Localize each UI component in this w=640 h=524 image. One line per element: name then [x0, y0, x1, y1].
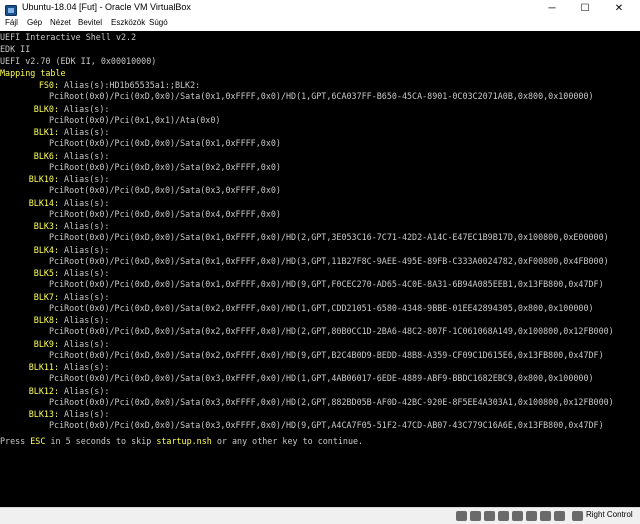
alias-text: Alias(s): — [59, 362, 110, 372]
device-path: PciRoot(0x0)/Pci(0xD,0x0)/Sata(0x3,0xFFF… — [49, 420, 604, 430]
mapping-alias-line: BLK3: Alias(s): — [0, 221, 110, 232]
device-path: PciRoot(0x0)/Pci(0xD,0x0)/Sata(0x2,0xFFF… — [49, 303, 594, 313]
shell-version-line: UEFI Interactive Shell v2.2 — [0, 32, 137, 42]
device-label: BLK9: — [33, 339, 59, 349]
alias-text: Alias(s):HD1b65535a1:;BLK2: — [59, 80, 201, 90]
device-path: PciRoot(0x0)/Pci(0xD,0x0)/Sata(0x1,0xFFF… — [49, 232, 609, 242]
device-path: PciRoot(0x0)/Pci(0xD,0x0)/Sata(0x3,0xFFF… — [49, 397, 614, 407]
alias-text: Alias(s): — [59, 339, 110, 349]
device-path: PciRoot(0x0)/Pci(0xD,0x0)/Sata(0x1,0xFFF… — [49, 279, 604, 289]
device-label: BLK11: — [28, 362, 59, 372]
keyboard-capture-icon[interactable] — [572, 511, 583, 521]
menu-help[interactable]: Súgó — [149, 18, 168, 27]
device-label: BLK13: — [28, 409, 59, 419]
display-icon[interactable] — [540, 511, 551, 521]
vm-console[interactable]: UEFI Interactive Shell v2.2 EDK II UEFI … — [0, 31, 640, 507]
device-path: PciRoot(0x0)/Pci(0xD,0x0)/Sata(0x2,0xFFF… — [49, 326, 614, 336]
device-label: BLK5: — [33, 268, 59, 278]
device-path: PciRoot(0x0)/Pci(0x1,0x1)/Ata(0x0) — [49, 115, 221, 125]
mapping-alias-line: BLK6: Alias(s): — [0, 151, 110, 162]
mapping-table-title: Mapping table — [0, 68, 66, 78]
device-path: PciRoot(0x0)/Pci(0xD,0x0)/Sata(0x1,0xFFF… — [49, 138, 281, 148]
alias-text: Alias(s): — [59, 127, 110, 137]
device-label: BLK8: — [33, 315, 59, 325]
alias-text: Alias(s): — [59, 386, 110, 396]
shared-folders-icon[interactable] — [526, 511, 537, 521]
status-bar: Right Control — [0, 507, 640, 524]
optical-drive-icon[interactable] — [470, 511, 481, 521]
uefi-version-line: UEFI v2.70 (EDK II, 0x00010000) — [0, 56, 157, 66]
alias-text: Alias(s): — [59, 245, 110, 255]
device-label: BLK10: — [28, 174, 59, 184]
mapping-alias-line: BLK12: Alias(s): — [0, 386, 110, 397]
close-button[interactable]: ✕ — [602, 0, 636, 17]
alias-text: Alias(s): — [59, 151, 110, 161]
edk-line: EDK II — [0, 44, 31, 54]
mapping-alias-line: BLK7: Alias(s): — [0, 292, 110, 303]
recording-icon[interactable] — [554, 511, 565, 521]
device-label: BLK12: — [28, 386, 59, 396]
audio-icon[interactable] — [484, 511, 495, 521]
menu-devices[interactable]: Eszközök — [111, 18, 145, 27]
network-icon[interactable] — [498, 511, 509, 521]
device-label: BLK1: — [33, 127, 59, 137]
mapping-alias-line: BLK5: Alias(s): — [0, 268, 110, 279]
mapping-alias-line: BLK14: Alias(s): — [0, 198, 110, 209]
mapping-alias-line: BLK11: Alias(s): — [0, 362, 110, 373]
startup-script-name: startup.nsh — [156, 436, 212, 446]
device-path: PciRoot(0x0)/Pci(0xD,0x0)/Sata(0x2,0xFFF… — [49, 350, 604, 360]
menu-view[interactable]: Nézet — [50, 18, 71, 27]
minimize-button[interactable]: ─ — [535, 0, 569, 17]
alias-text: Alias(s): — [59, 221, 110, 231]
alias-text: Alias(s): — [59, 104, 110, 114]
device-label: BLK6: — [33, 151, 59, 161]
alias-text: Alias(s): — [59, 198, 110, 208]
device-path: PciRoot(0x0)/Pci(0xD,0x0)/Sata(0x1,0xFFF… — [49, 256, 609, 266]
host-key-label: Right Control — [586, 510, 633, 519]
prompt-text: in 5 seconds to skip — [45, 436, 157, 446]
menu-machine[interactable]: Gép — [27, 18, 42, 27]
mapping-alias-line: BLK1: Alias(s): — [0, 127, 110, 138]
mapping-alias-line: BLK0: Alias(s): — [0, 104, 110, 115]
window-title: Ubuntu-18.04 [Fut] - Oracle VM VirtualBo… — [22, 2, 191, 12]
mapping-alias-line: BLK8: Alias(s): — [0, 315, 110, 326]
device-path: PciRoot(0x0)/Pci(0xD,0x0)/Sata(0x2,0xFFF… — [49, 162, 281, 172]
device-label: FS0: — [38, 80, 59, 90]
device-path: PciRoot(0x0)/Pci(0xD,0x0)/Sata(0x3,0xFFF… — [49, 373, 594, 383]
alias-text: Alias(s): — [59, 315, 110, 325]
hard-disk-icon[interactable] — [456, 511, 467, 521]
startup-prompt-line: Press ESC in 5 seconds to skip startup.n… — [0, 436, 363, 447]
title-bar: Ubuntu-18.04 [Fut] - Oracle VM VirtualBo… — [0, 0, 640, 17]
mapping-alias-line: BLK10: Alias(s): — [0, 174, 110, 185]
mapping-alias-line: BLK9: Alias(s): — [0, 339, 110, 350]
device-label: BLK14: — [28, 198, 59, 208]
device-label: BLK3: — [33, 221, 59, 231]
mapping-alias-line: FS0: Alias(s):HD1b65535a1:;BLK2: — [0, 80, 200, 91]
device-path: PciRoot(0x0)/Pci(0xD,0x0)/Sata(0x4,0xFFF… — [49, 209, 281, 219]
mapping-alias-line: BLK4: Alias(s): — [0, 245, 110, 256]
mapping-alias-line: BLK13: Alias(s): — [0, 409, 110, 420]
virtualbox-icon — [5, 3, 17, 16]
prompt-text: Press — [0, 436, 31, 446]
alias-text: Alias(s): — [59, 268, 110, 278]
device-label: BLK7: — [33, 292, 59, 302]
device-path: PciRoot(0x0)/Pci(0xD,0x0)/Sata(0x3,0xFFF… — [49, 185, 281, 195]
device-path: PciRoot(0x0)/Pci(0xD,0x0)/Sata(0x1,0xFFF… — [49, 91, 594, 101]
alias-text: Alias(s): — [59, 174, 110, 184]
device-label: BLK0: — [33, 104, 59, 114]
esc-key-label: ESC — [30, 436, 46, 446]
prompt-text: or any other key to continue. — [211, 436, 364, 446]
menu-bar: Fájl Gép Nézet Bevitel Eszközök Súgó — [0, 17, 640, 32]
usb-icon[interactable] — [512, 511, 523, 521]
device-label: BLK4: — [33, 245, 59, 255]
alias-text: Alias(s): — [59, 292, 110, 302]
menu-input[interactable]: Bevitel — [78, 18, 102, 27]
menu-file[interactable]: Fájl — [5, 18, 18, 27]
alias-text: Alias(s): — [59, 409, 110, 419]
maximize-button[interactable]: ☐ — [568, 0, 602, 17]
